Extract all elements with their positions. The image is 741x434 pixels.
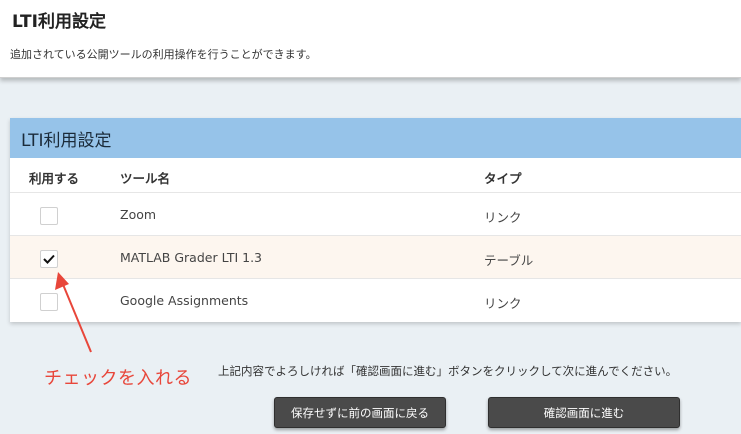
page-description: 追加されている公開ツールの利用操作を行うことができます。 xyxy=(10,48,317,61)
table-row: Google Assignments リンク xyxy=(10,279,741,322)
tool-type: リンク xyxy=(484,210,522,225)
tool-type: リンク xyxy=(484,296,522,311)
tool-name: Zoom xyxy=(120,207,157,222)
lti-settings-panel: LTI利用設定 利用する ツール名 タイプ Zoom リンク MATLAB Gr… xyxy=(10,118,741,322)
tool-name: Google Assignments xyxy=(120,293,249,308)
proceed-to-confirm-button[interactable]: 確認画面に進む xyxy=(488,397,680,428)
column-header-type: タイプ xyxy=(484,171,522,186)
checkmark-icon xyxy=(43,254,55,264)
column-header-use: 利用する xyxy=(29,171,80,186)
tool-name: MATLAB Grader LTI 1.3 xyxy=(120,250,262,265)
use-checkbox-matlab-grader[interactable] xyxy=(40,250,58,268)
tool-type: テーブル xyxy=(484,253,534,268)
use-checkbox-google-assignments[interactable] xyxy=(40,293,58,311)
page-header: LTI利用設定 追加されている公開ツールの利用操作を行うことができます。 xyxy=(0,0,741,78)
back-without-saving-button[interactable]: 保存せずに前の画面に戻る xyxy=(274,397,446,428)
table-row: MATLAB Grader LTI 1.3 テーブル xyxy=(10,236,741,279)
panel-title: LTI利用設定 xyxy=(21,130,112,151)
table-row: Zoom リンク xyxy=(10,193,741,236)
table-header: 利用する ツール名 タイプ xyxy=(10,158,741,193)
column-header-tool-name: ツール名 xyxy=(120,171,171,186)
use-checkbox-zoom[interactable] xyxy=(40,207,58,225)
page-title: LTI利用設定 xyxy=(12,12,106,32)
panel-header: LTI利用設定 xyxy=(10,118,741,158)
annotation-label: チェックを入れる xyxy=(44,368,192,389)
instruction-text: 上記内容でよろしければ「確認画面に進む」ボタンをクリックして次に進んでください。 xyxy=(218,364,678,378)
